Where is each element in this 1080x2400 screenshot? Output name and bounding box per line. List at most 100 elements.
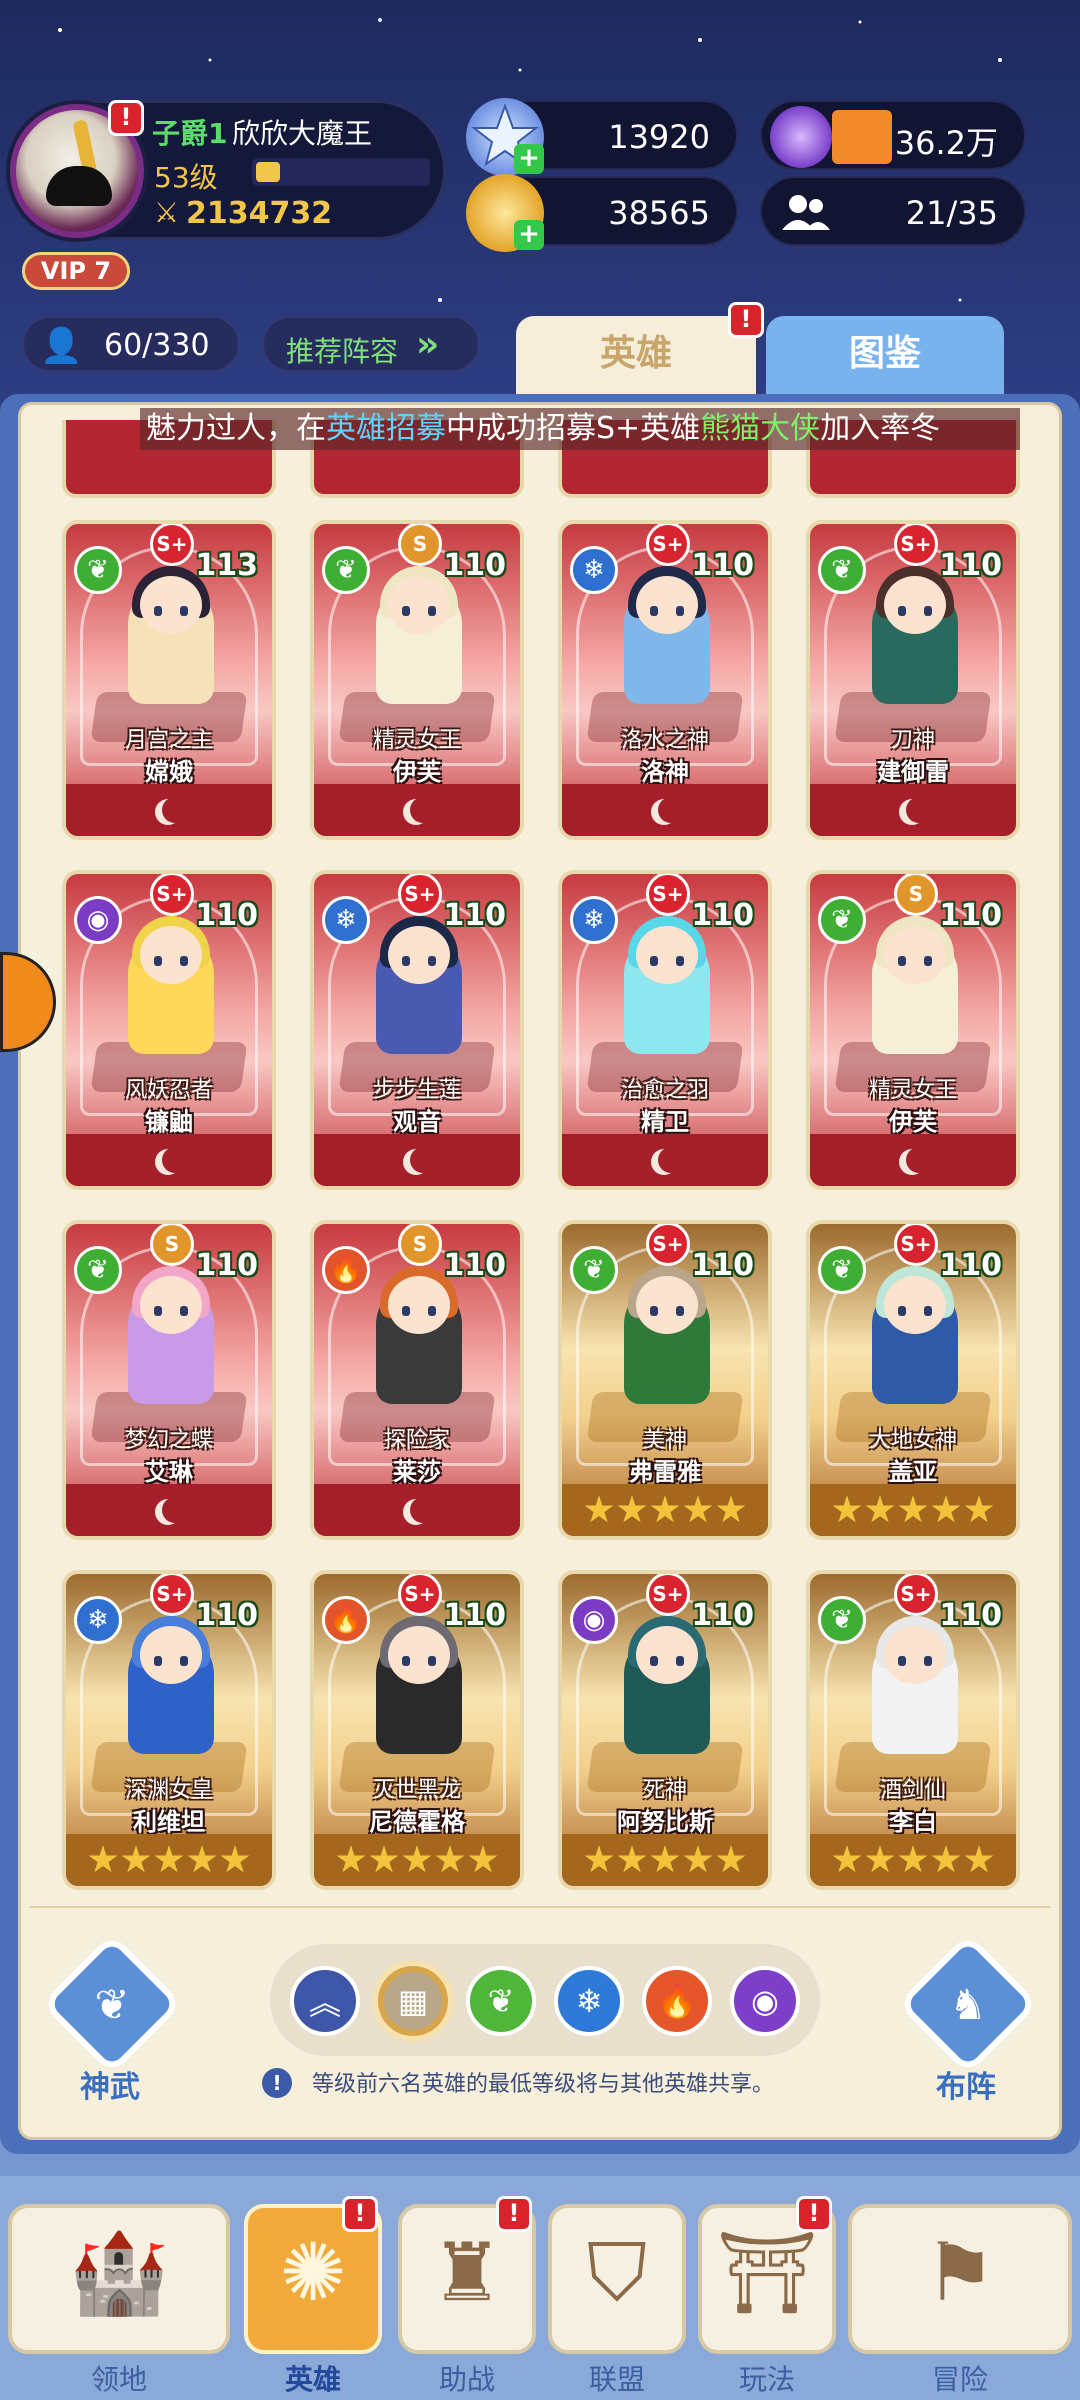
fire-element-icon: 🔥: [322, 1246, 370, 1294]
helmet-visor: [46, 166, 112, 206]
add-crystal-icon[interactable]: +: [514, 144, 544, 174]
vip-badge[interactable]: VIP 7: [22, 252, 130, 290]
hero-eye: [898, 1656, 906, 1666]
grade-badge: S: [398, 1224, 442, 1266]
nav-alert-icon: !: [342, 2196, 378, 2232]
hero-card[interactable]: ❦ S 110 精灵女王 伊芙: [806, 870, 1020, 1190]
hero-face: [636, 576, 698, 634]
hero-card[interactable]: 🔥 S+ 110 灭世黑龙 尼德霍格: [310, 1570, 524, 1890]
hero-face: [636, 1276, 698, 1334]
star-rating: [832, 1845, 994, 1875]
recommend-lineup-button[interactable]: 推荐阵容 »: [262, 316, 480, 372]
nav-alert-icon: !: [796, 2196, 832, 2232]
star-icon: [220, 1845, 250, 1873]
crystal-resource[interactable]: + 13920: [466, 98, 738, 176]
hero-epithet: 刀神: [890, 728, 935, 753]
hero-card[interactable]: ❦ S 110 精灵女王 伊芙: [310, 520, 524, 840]
hero-card[interactable]: ❄ S+ 110 治愈之羽 精卫: [558, 870, 772, 1190]
announcement-prefix: 魅力过人，在: [146, 411, 326, 446]
hero-epithet: 灭世黑龙: [372, 1778, 461, 1803]
hero-eye: [924, 1656, 932, 1666]
hero-eye: [402, 956, 410, 966]
star-icon: [121, 1845, 151, 1873]
add-gold-icon[interactable]: +: [514, 220, 544, 250]
hero-name: 艾琳: [145, 1458, 193, 1486]
hero-level: 113: [195, 548, 258, 583]
nav-label: 玩法: [738, 2363, 795, 2396]
nature-element-icon: ❦: [818, 896, 866, 944]
hero-face: [884, 576, 946, 634]
grade-badge: S+: [398, 1574, 442, 1616]
fire-element-icon: 🔥: [322, 1596, 370, 1644]
hero-eye: [428, 956, 436, 966]
filter-nature-icon[interactable]: ❦: [466, 1966, 536, 2036]
population-value: 21/35: [905, 194, 998, 232]
grade-badge: S: [894, 874, 938, 916]
hero-card[interactable]: ❦ S+ 113 月宫之主 嫦娥: [62, 520, 276, 840]
filter-dark-icon[interactable]: ◉: [730, 1966, 800, 2036]
nature-element-icon: ❦: [74, 1246, 122, 1294]
hero-name: 洛神: [641, 758, 689, 786]
filter-fire-icon[interactable]: 🔥: [642, 1966, 712, 2036]
hero-name: 尼德霍格: [369, 1808, 465, 1836]
nature-element-icon: ❦: [818, 546, 866, 594]
hero-face: [388, 576, 450, 634]
nav-icon: ⛩: [716, 2226, 818, 2319]
hero-level: 110: [443, 898, 506, 933]
star-icon: [650, 1495, 680, 1523]
hero-eye: [402, 606, 410, 616]
hero-eye: [676, 606, 684, 616]
hero-level: 110: [939, 898, 1002, 933]
nav-3-button[interactable]: ⛉: [548, 2204, 686, 2354]
hero-card[interactable]: ◉ S+ 110 死神 阿努比斯: [558, 1570, 772, 1890]
hero-eye: [154, 1656, 162, 1666]
filter-water-icon[interactable]: ❄: [554, 1966, 624, 2036]
hero-card[interactable]: ❦ S 110 梦幻之蝶艾琳: [62, 1220, 276, 1540]
hero-level: 110: [195, 1248, 258, 1283]
filter-rank-up-icon[interactable]: ︽: [290, 1966, 360, 2036]
star-icon: [584, 1495, 614, 1523]
gold-resource[interactable]: + 38565: [466, 174, 738, 252]
nav-0-button[interactable]: 🏰: [8, 2204, 230, 2354]
hero-name: 莱莎: [393, 1458, 441, 1486]
nav-5-button[interactable]: ⚑: [848, 2204, 1072, 2354]
hero-face: [884, 1626, 946, 1684]
hero-level: 110: [691, 898, 754, 933]
hero-eye: [402, 1306, 410, 1316]
star-icon: [716, 1845, 746, 1873]
energy-resource[interactable]: 36.2万: [760, 100, 1026, 170]
hero-card[interactable]: 🔥 S 110 探险家 莱莎: [310, 1220, 524, 1540]
hero-epithet: 梦幻之蝶: [124, 1428, 213, 1453]
hero-card[interactable]: ❦ S+ 110 刀神 建御雷: [806, 520, 1020, 840]
hero-card[interactable]: ❄ S+ 110 深渊女皇 利维坦: [62, 1570, 276, 1890]
level-share-info: 等级前六名英雄的最低等级将与其他英雄共享。: [312, 2072, 775, 2097]
hero-epithet: 步步生莲: [372, 1078, 461, 1103]
crescent-moon-icon: [162, 1147, 188, 1173]
nature-element-icon: ❦: [74, 546, 122, 594]
nature-element-icon: ❦: [570, 1246, 618, 1294]
hero-eye: [676, 1656, 684, 1666]
hero-level: 110: [195, 1598, 258, 1633]
filter-all-icon[interactable]: ▦: [378, 1966, 448, 2036]
hero-name: 镰鼬: [145, 1108, 193, 1136]
hero-eye: [898, 606, 906, 616]
hero-card[interactable]: ❦ S+ 110 酒剑仙 李白: [806, 1570, 1020, 1890]
people-icon: [776, 184, 836, 244]
dark-element-icon: ◉: [570, 1596, 618, 1644]
hero-card[interactable]: ❄ S+ 110 步步生莲 观音: [310, 870, 524, 1190]
star-icon: [931, 1845, 961, 1873]
star-icon: [650, 1845, 680, 1873]
announcement-link-recruit: 英雄招募: [326, 411, 446, 446]
water-element-icon: ❄: [322, 896, 370, 944]
crystal-star-icon[interactable]: +: [466, 98, 544, 176]
gold-coin-icon[interactable]: +: [466, 174, 544, 252]
hero-epithet: 大地女神: [868, 1428, 957, 1453]
hero-card[interactable]: ❄ S+ 110 洛水之神 洛神: [558, 520, 772, 840]
hero-card[interactable]: ❦ S+ 110 大地女神 盖亚: [806, 1220, 1020, 1540]
population-resource[interactable]: 21/35: [760, 176, 1026, 246]
hero-card[interactable]: ❦ S+ 110 美神 弗雷雅: [558, 1220, 772, 1540]
crescent-moon-icon: [658, 1147, 684, 1173]
formation-label: 布阵: [936, 2070, 996, 2105]
grade-badge: S: [150, 1224, 194, 1266]
hero-card[interactable]: ◉ S+ 110 风妖忍者 镰鼬: [62, 870, 276, 1190]
